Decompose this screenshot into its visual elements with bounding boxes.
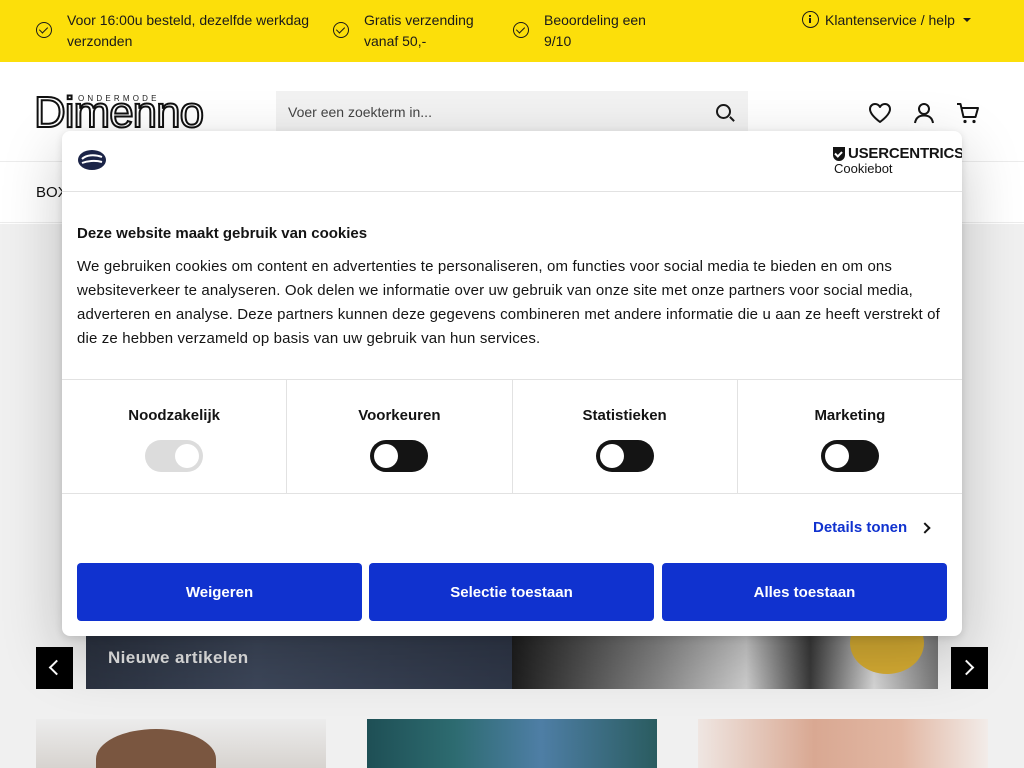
category-tile[interactable] — [367, 719, 657, 768]
category-label: Voorkeuren — [358, 407, 441, 424]
usp-shipping-same-day: Voor 16:00u besteld, dezelfde werkdag ve… — [36, 10, 326, 52]
category-marketing: Marketing — [738, 380, 962, 493]
cookie-categories: Noodzakelijk Voorkeuren Statistieken Mar… — [62, 379, 962, 494]
chevron-right-icon — [919, 521, 931, 534]
check-circle-icon — [36, 22, 52, 38]
details-label: Details tonen — [813, 519, 908, 536]
category-statistics: Statistieken — [513, 380, 738, 493]
toggle-necessary — [145, 440, 204, 472]
provider-name: USERCENTRICS — [848, 145, 962, 162]
slider-next-button[interactable] — [951, 647, 988, 689]
usp-free-shipping: Gratis verzending vanaf 50,- — [333, 10, 503, 52]
banner-label: Nieuwe artikelen — [108, 648, 249, 667]
usp-text: Gratis verzending vanaf 50,- — [364, 12, 474, 49]
dialog-header: USERCENTRICS Cookiebot — [62, 131, 962, 192]
banner-slide-new: Nieuwe artikelen — [86, 634, 512, 689]
dialog-title: Deze website maakt gebruik van cookies — [77, 225, 368, 242]
top-bar: Voor 16:00u besteld, dezelfde werkdag ve… — [0, 0, 1024, 62]
site-brand-icon — [78, 150, 106, 170]
usp-text: Voor 16:00u besteld, dezelfde werkdag ve… — [67, 12, 310, 49]
category-tile[interactable] — [36, 719, 326, 768]
deny-button[interactable]: Weigeren — [77, 563, 362, 621]
show-details-link[interactable]: Details tonen — [813, 519, 931, 536]
allow-selection-button[interactable]: Selectie toestaan — [369, 563, 654, 621]
category-preferences: Voorkeuren — [287, 380, 513, 493]
customer-service-dropdown[interactable]: Klantenservice / help — [802, 11, 971, 28]
usp-rating: Beoordeling een 9/10 — [513, 10, 673, 52]
caret-down-icon — [962, 17, 971, 22]
tile-photo — [96, 729, 216, 768]
cookie-consent-dialog: USERCENTRICS Cookiebot Deze website maak… — [62, 131, 962, 636]
chevron-right-icon — [958, 659, 975, 676]
user-icon[interactable] — [912, 102, 936, 124]
provider-sub: Cookiebot — [834, 161, 893, 176]
toggle-knob — [175, 444, 200, 468]
heart-icon[interactable] — [868, 102, 892, 124]
toggle-knob — [374, 444, 399, 468]
logo-wordmark: Dimenno — [33, 88, 205, 137]
allow-all-button[interactable]: Alles toestaan — [662, 563, 947, 621]
cart-icon[interactable] — [956, 102, 980, 124]
toggle-preferences[interactable] — [370, 440, 429, 472]
customer-service-label: Klantenservice / help — [825, 11, 955, 28]
search-icon[interactable] — [716, 104, 731, 119]
usp-text: Beoordeling een 9/10 — [544, 12, 646, 49]
dialog-body-text: We gebruiken cookies om content en adver… — [77, 258, 940, 347]
category-tile[interactable] — [698, 719, 988, 768]
usercentrics-logo: USERCENTRICS Cookiebot — [833, 145, 962, 176]
slider-prev-button[interactable] — [36, 647, 73, 689]
search-input[interactable]: Voer een zoekterm in... — [276, 91, 748, 133]
category-label: Marketing — [814, 407, 886, 424]
category-necessary: Noodzakelijk — [62, 380, 288, 493]
info-icon — [802, 11, 819, 28]
category-label: Noodzakelijk — [128, 407, 220, 424]
toggle-marketing[interactable] — [820, 440, 879, 472]
check-circle-icon — [513, 22, 529, 38]
hero-banner[interactable]: Nieuwe artikelen — [86, 634, 938, 689]
site-logo[interactable]: ONDERMODE Dimenno — [33, 88, 272, 137]
category-label: Statistieken — [582, 407, 667, 424]
search-placeholder: Voer een zoekterm in... — [288, 104, 432, 120]
toggle-knob — [824, 444, 849, 468]
toggle-statistics[interactable] — [595, 440, 654, 472]
shield-icon — [833, 146, 845, 161]
check-circle-icon — [333, 22, 349, 38]
toggle-knob — [599, 444, 624, 468]
chevron-left-icon — [48, 659, 65, 676]
